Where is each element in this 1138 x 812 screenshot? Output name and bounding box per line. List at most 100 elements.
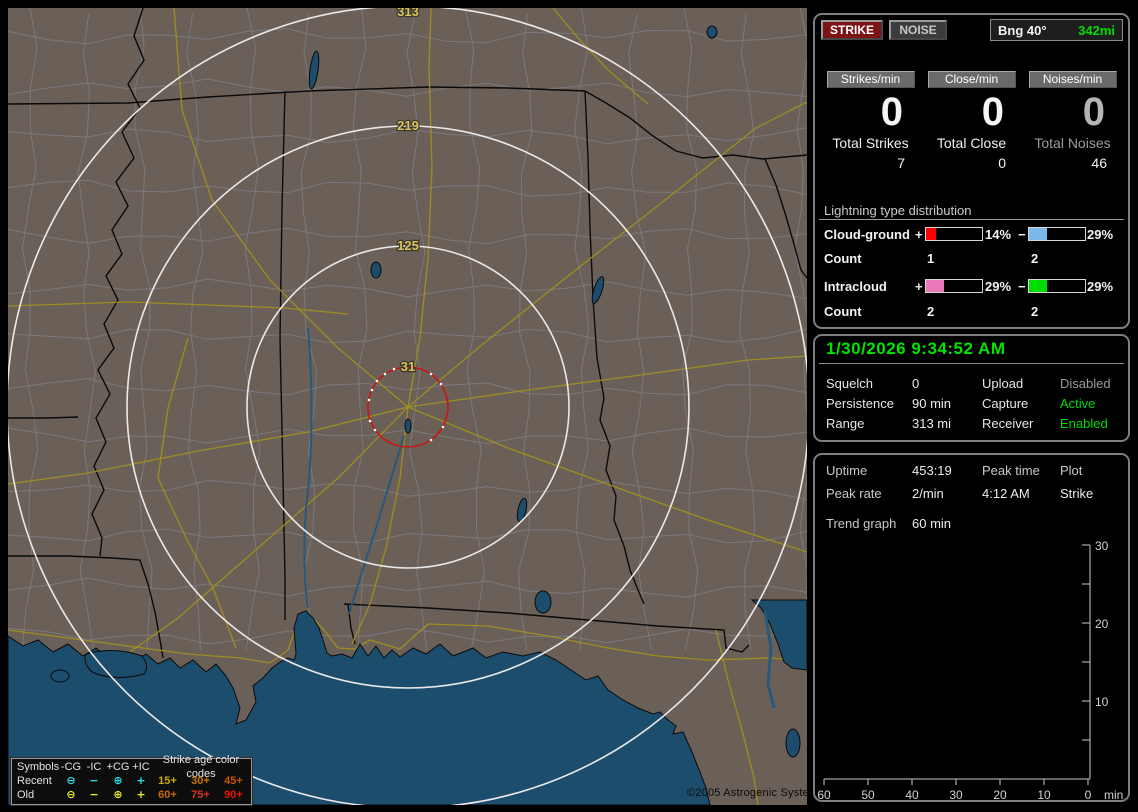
distance-value: 342mi <box>1078 22 1115 38</box>
ring-label-313: 313 <box>397 8 419 19</box>
legend-col-pos-cg: +CG <box>106 761 130 773</box>
total-close-value: 0 <box>998 155 1006 171</box>
stats-row: Peak rate 2/min 4:12 AM Strike <box>815 486 1128 502</box>
pos-ic-recent-icon: + <box>136 774 146 787</box>
upload-label: Upload <box>982 376 1024 391</box>
stats-row: Trend graph 60 min <box>815 516 1128 532</box>
age-15: 15+ <box>158 775 177 787</box>
ring-label-125: 125 <box>397 238 419 253</box>
age-60: 60+ <box>158 789 177 801</box>
nexstorm-window: { "header": { "strike_button": "STRIKE",… <box>0 0 1138 812</box>
close-per-min-label: Close/min <box>927 71 1016 88</box>
total-strikes-value: 7 <box>897 155 905 171</box>
upload-status: Disabled <box>1060 376 1111 391</box>
cloud-ground-label: Cloud-ground <box>824 227 910 242</box>
total-noises-label: Total Noises <box>1034 135 1111 151</box>
ic-negative-pct: 29% <box>1087 279 1114 294</box>
strikes-per-min-label: Strikes/min <box>826 71 915 88</box>
close-column: Close/min 0 Total Close 0 <box>921 71 1022 171</box>
ic-positive-bar <box>925 279 983 293</box>
x-tick-40: 40 <box>905 788 919 802</box>
count-label: Count <box>824 251 862 266</box>
plot-value: Strike <box>1060 486 1094 501</box>
rate-counters: Strikes/min 0 Total Strikes 7 Close/min … <box>815 71 1128 171</box>
map-svg: 313 219 125 31 <box>8 8 807 805</box>
noises-per-min-label: Noises/min <box>1028 71 1117 88</box>
pos-ic-old-icon: + <box>136 788 146 801</box>
range-label: Range <box>826 416 865 431</box>
legend-symbols-header: Symbols <box>17 761 60 773</box>
legend-old-row: Old ⊖ − ⊕ + 60+ 75+ 90+ <box>12 788 251 802</box>
neg-ic-old-icon: − <box>89 788 99 801</box>
age-75: 75+ <box>191 789 210 801</box>
stats-panel: Uptime 453:19 Peak time Plot Peak rate 2… <box>813 453 1130 802</box>
x-axis-unit: min <box>1104 788 1123 802</box>
bearing-value: Bng 40° <box>998 22 1047 38</box>
plus-sign: + <box>915 279 923 294</box>
count-label: Count <box>824 304 862 319</box>
bearing-distance-readout: Bng 40° 342mi <box>990 19 1123 41</box>
squelch-value: 0 <box>912 376 920 391</box>
counters-panel: STRIKE NOISE Bng 40° 342mi Strikes/min 0… <box>813 13 1130 329</box>
minus-sign: − <box>1018 279 1026 294</box>
ic-positive-pct: 29% <box>985 279 1012 294</box>
map-canvas[interactable]: 313 219 125 31 <box>8 8 807 805</box>
range-value: 313 mi <box>912 416 952 431</box>
capture-label: Capture <box>982 396 1029 411</box>
status-panel: 1/30/2026 9:34:52 AM Squelch 0 Upload Di… <box>813 334 1130 442</box>
x-tick-0: 0 <box>1085 788 1092 802</box>
cg-positive-bar <box>925 227 983 241</box>
y-tick-30: 30 <box>1095 540 1109 553</box>
cg-negative-pct: 29% <box>1087 227 1114 242</box>
receiver-status: Enabled <box>1060 416 1108 431</box>
uptime-label: Uptime <box>826 463 868 478</box>
ic-negative-count: 2 <box>1031 304 1039 319</box>
cloud-ground-count-row: Count 1 2 <box>815 251 1128 266</box>
uptime-value: 453:19 <box>912 463 952 478</box>
legend-col-neg-cg: -CG <box>60 761 82 773</box>
neg-cg-old-icon: ⊖ <box>66 788 76 801</box>
datetime-display: 1/30/2026 9:34:52 AM <box>826 339 1006 358</box>
peak-rate-value: 2/min <box>912 486 944 501</box>
x-tick-50: 50 <box>861 788 875 802</box>
y-tick-20: 20 <box>1095 617 1109 631</box>
status-row: Squelch 0 Upload Disabled <box>815 376 1128 392</box>
peak-time-value: 4:12 AM <box>982 486 1030 501</box>
persistence-label: Persistence <box>826 396 894 411</box>
distribution-title: Lightning type distribution <box>824 203 972 218</box>
capture-status: Active <box>1060 396 1096 411</box>
intracloud-row: Intracloud + 29% − 29% <box>815 279 1128 294</box>
legend-header-row: Symbols -CG -IC +CG +IC Strike age color… <box>12 754 251 780</box>
ic-negative-bar <box>1028 279 1086 293</box>
cg-negative-count: 2 <box>1031 251 1039 266</box>
intracloud-label: Intracloud <box>824 279 887 294</box>
pos-cg-recent-icon: ⊕ <box>113 774 123 787</box>
noises-per-min-value: 0 <box>1082 90 1105 134</box>
intracloud-count-row: Count 2 2 <box>815 304 1128 319</box>
pos-cg-old-icon: ⊕ <box>113 788 123 801</box>
total-close-label: Total Close <box>936 135 1007 151</box>
plot-label: Plot <box>1060 463 1083 478</box>
x-axis-ticks <box>823 779 1089 785</box>
status-row: Range 313 mi Receiver Enabled <box>815 416 1128 432</box>
total-strikes-label: Total Strikes <box>832 135 909 151</box>
legend-old-label: Old <box>17 789 35 801</box>
strike-button[interactable]: STRIKE <box>821 20 883 40</box>
persistence-value: 90 min <box>912 396 952 411</box>
x-tick-20: 20 <box>993 788 1007 802</box>
age-45: 45+ <box>224 775 243 787</box>
copyright-label: ©2005 Astrogenic Systems <box>687 787 825 799</box>
ring-label-219: 219 <box>397 118 419 133</box>
neg-ic-recent-icon: − <box>89 774 99 787</box>
y-tick-10: 10 <box>1095 695 1109 709</box>
noise-button[interactable]: NOISE <box>889 20 947 40</box>
legend-col-pos-ic: +IC <box>132 761 150 773</box>
noises-column: Noises/min 0 Total Noises 46 <box>1022 71 1123 171</box>
status-row: Persistence 90 min Capture Active <box>815 396 1128 412</box>
age-30: 30+ <box>191 775 210 787</box>
trend-graph-label: Trend graph <box>826 516 897 531</box>
legend-col-neg-ic: -IC <box>86 761 102 773</box>
strikes-column: Strikes/min 0 Total Strikes 7 <box>820 71 921 171</box>
neg-cg-recent-icon: ⊖ <box>66 774 76 787</box>
total-noises-value: 46 <box>1091 155 1107 171</box>
